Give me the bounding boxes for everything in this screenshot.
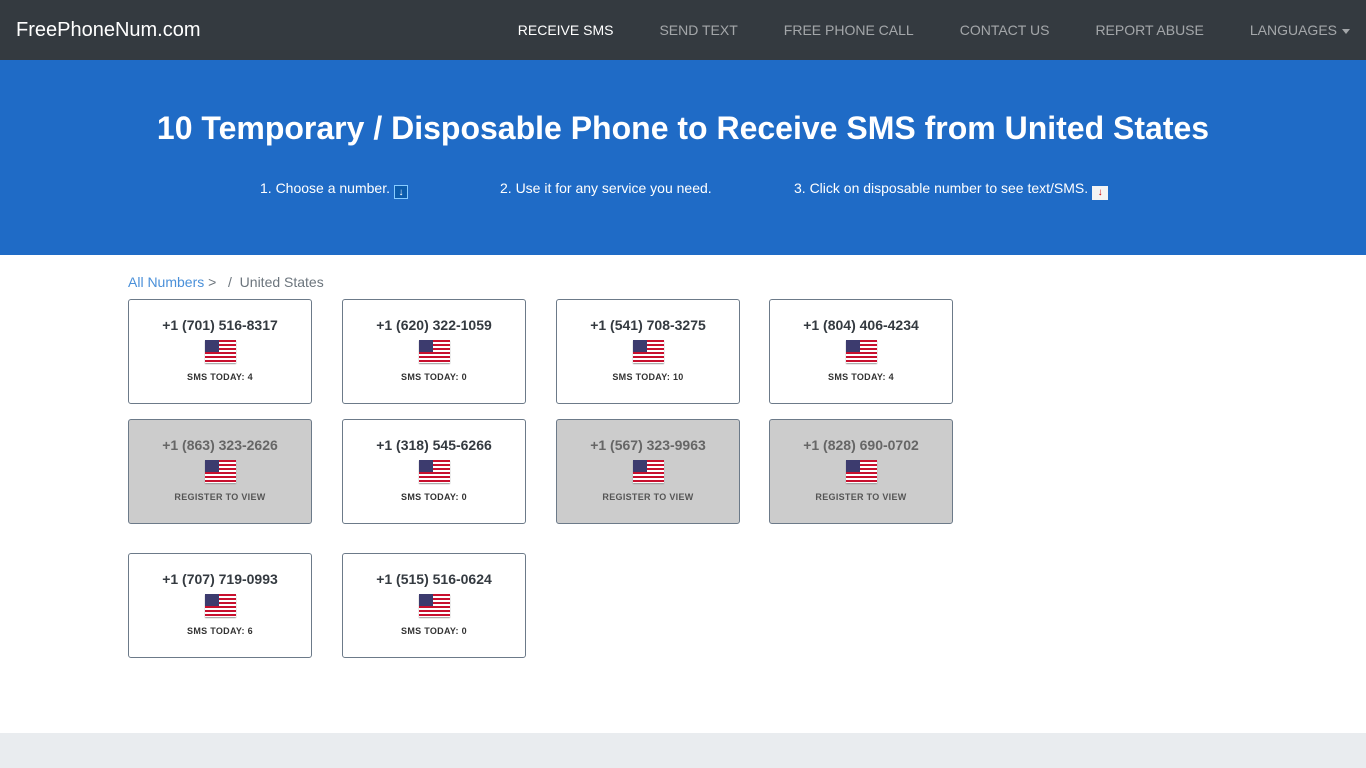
- number-card[interactable]: +1 (515) 516-0624 SMS TODAY: 0: [342, 553, 526, 658]
- brand-logo[interactable]: FreePhoneNum.com: [16, 19, 201, 42]
- step-2: 2. Use it for any service you need.: [500, 180, 712, 196]
- us-flag-icon: [845, 340, 877, 363]
- nav-receive-sms[interactable]: RECEIVE SMS: [518, 22, 614, 38]
- breadcrumb-current: United States: [239, 274, 324, 290]
- step-3: 3. Click on disposable number to see tex…: [794, 180, 1109, 200]
- phone-number: +1 (567) 323-9963: [590, 437, 706, 453]
- breadcrumb-separator-slash: /: [228, 274, 232, 290]
- languages-label: LANGUAGES: [1249, 22, 1337, 38]
- sms-today-count: SMS TODAY: 4: [828, 372, 894, 382]
- step-1: 1. Choose a number. ↓: [260, 180, 408, 199]
- step-3-text: 3. Click on disposable number to see tex…: [794, 180, 1089, 196]
- sms-today-count: SMS TODAY: 10: [612, 372, 684, 382]
- phone-number: +1 (515) 516-0624: [376, 571, 492, 587]
- phone-number: +1 (707) 719-0993: [162, 571, 278, 587]
- navbar: FreePhoneNum.com RECEIVE SMS SEND TEXT F…: [0, 0, 1366, 60]
- nav-send-text[interactable]: SEND TEXT: [659, 22, 737, 38]
- sms-today-count: SMS TODAY: 6: [187, 626, 253, 636]
- us-flag-icon: [632, 340, 664, 363]
- breadcrumb: All Numbers > / United States: [128, 274, 324, 290]
- footer: [0, 733, 1366, 768]
- phone-number: +1 (863) 323-2626: [162, 437, 278, 453]
- sms-today-count: SMS TODAY: 0: [401, 492, 467, 502]
- phone-number: +1 (541) 708-3275: [590, 317, 706, 333]
- us-flag-icon: [204, 594, 236, 617]
- phone-number: +1 (318) 545-6266: [376, 437, 492, 453]
- us-flag-icon: [418, 340, 450, 363]
- breadcrumb-separator: >: [208, 274, 217, 290]
- hero-banner: 10 Temporary / Disposable Phone to Recei…: [0, 60, 1366, 255]
- number-card[interactable]: +1 (567) 323-9963 REGISTER TO VIEW: [556, 419, 740, 524]
- us-flag-icon: [418, 460, 450, 483]
- us-flag-icon: [418, 594, 450, 617]
- inbox-tray-icon: ↓: [1092, 186, 1109, 200]
- us-flag-icon: [632, 460, 664, 483]
- nav-free-phone-call[interactable]: FREE PHONE CALL: [784, 22, 914, 38]
- nav-report-abuse[interactable]: REPORT ABUSE: [1095, 22, 1203, 38]
- phone-number: +1 (804) 406-4234: [803, 317, 919, 333]
- phone-number: +1 (620) 322-1059: [376, 317, 492, 333]
- sms-today-count: SMS TODAY: 4: [187, 372, 253, 382]
- phone-number: +1 (828) 690-0702: [803, 437, 919, 453]
- nav-menu: RECEIVE SMS SEND TEXT FREE PHONE CALL CO…: [472, 22, 1350, 38]
- page-title: 10 Temporary / Disposable Phone to Recei…: [156, 110, 1210, 146]
- nav-languages[interactable]: LANGUAGES: [1250, 22, 1350, 38]
- us-flag-icon: [845, 460, 877, 483]
- number-card[interactable]: +1 (701) 516-8317 SMS TODAY: 4: [128, 299, 312, 404]
- sms-today-count: SMS TODAY: 0: [401, 372, 467, 382]
- number-card[interactable]: +1 (707) 719-0993 SMS TODAY: 6: [128, 553, 312, 658]
- breadcrumb-all-numbers[interactable]: All Numbers: [128, 274, 204, 290]
- nav-contact-us[interactable]: CONTACT US: [960, 22, 1050, 38]
- number-card[interactable]: +1 (804) 406-4234 SMS TODAY: 4: [769, 299, 953, 404]
- number-card[interactable]: +1 (541) 708-3275 SMS TODAY: 10: [556, 299, 740, 404]
- number-card[interactable]: +1 (828) 690-0702 REGISTER TO VIEW: [769, 419, 953, 524]
- register-to-view: REGISTER TO VIEW: [174, 492, 266, 502]
- caret-down-icon: [1342, 28, 1350, 34]
- number-card[interactable]: +1 (620) 322-1059 SMS TODAY: 0: [342, 299, 526, 404]
- register-to-view: REGISTER TO VIEW: [815, 492, 907, 502]
- step-1-text: 1. Choose a number.: [260, 180, 390, 196]
- number-card[interactable]: +1 (863) 323-2626 REGISTER TO VIEW: [128, 419, 312, 524]
- down-arrow-icon: ↓: [393, 185, 408, 199]
- phone-number: +1 (701) 516-8317: [162, 317, 278, 333]
- register-to-view: REGISTER TO VIEW: [602, 492, 694, 502]
- sms-today-count: SMS TODAY: 0: [401, 626, 467, 636]
- number-card[interactable]: +1 (318) 545-6266 SMS TODAY: 0: [342, 419, 526, 524]
- us-flag-icon: [204, 460, 236, 483]
- us-flag-icon: [204, 340, 236, 363]
